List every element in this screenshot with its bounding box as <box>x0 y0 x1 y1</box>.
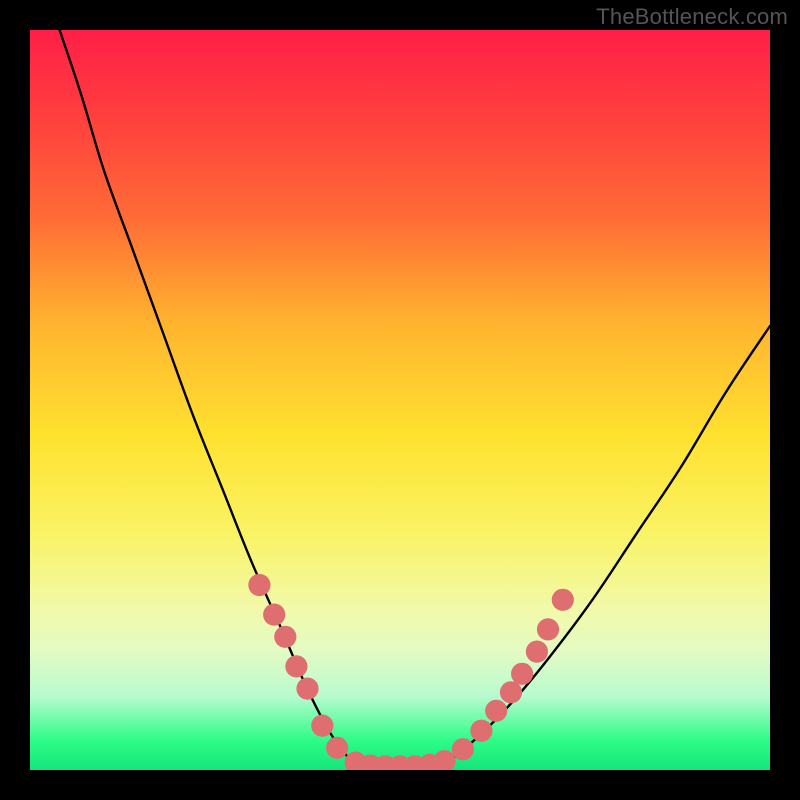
data-dot <box>274 626 296 648</box>
data-dot <box>485 700 507 722</box>
data-dot <box>511 663 533 685</box>
bottleneck-curve <box>60 30 770 767</box>
data-dot <box>285 655 307 677</box>
data-dot <box>296 678 318 700</box>
data-dot <box>537 618 559 640</box>
data-dot <box>248 574 270 596</box>
data-dot <box>452 738 474 760</box>
data-dot <box>433 750 455 770</box>
data-dot <box>526 641 548 663</box>
attribution-text: TheBottleneck.com <box>596 4 788 30</box>
data-dot <box>552 589 574 611</box>
data-dot <box>326 737 348 759</box>
data-dot <box>263 604 285 626</box>
plot-area <box>30 30 770 770</box>
data-dot <box>470 720 492 742</box>
chart-svg <box>30 30 770 770</box>
data-dot <box>500 681 522 703</box>
data-dot <box>311 715 333 737</box>
chart-frame: TheBottleneck.com <box>0 0 800 800</box>
